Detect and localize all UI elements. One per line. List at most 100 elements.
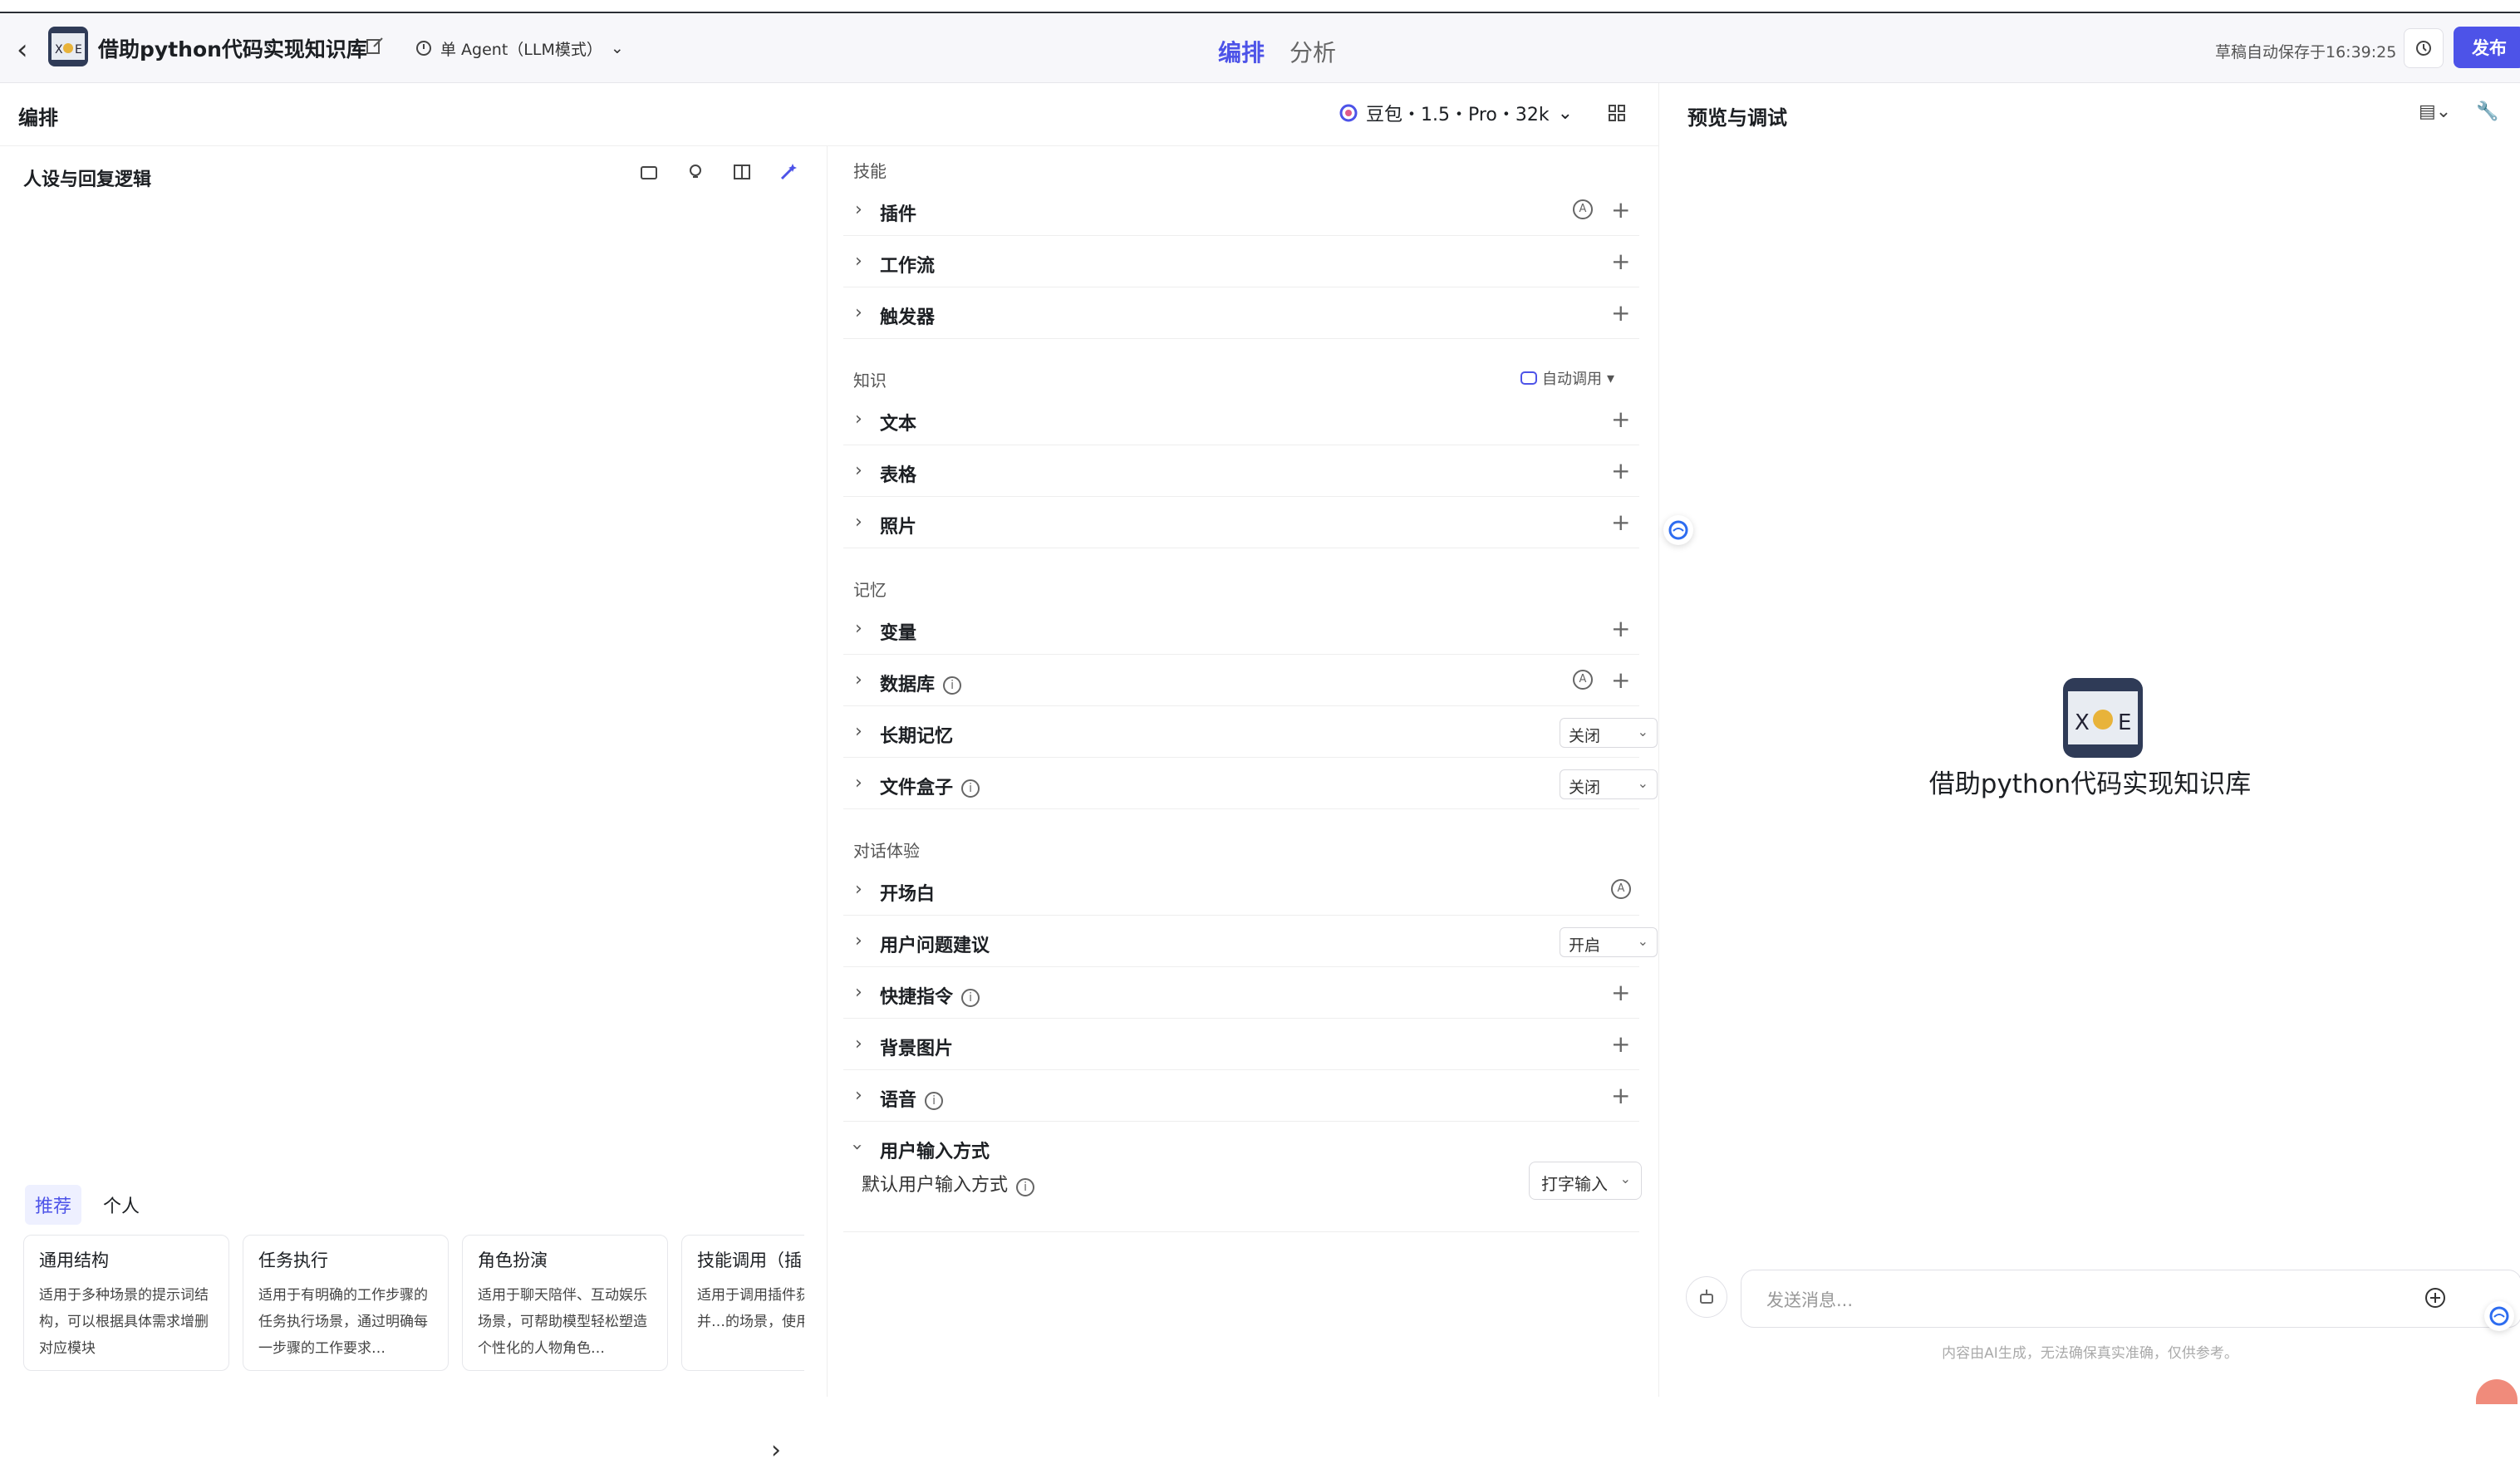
message-input[interactable]: 发送消息... — [1741, 1270, 2520, 1328]
wrench-icon[interactable]: 🔧 — [2476, 101, 2498, 122]
divider — [843, 1231, 1639, 1232]
row-label: 语音 i — [880, 1085, 944, 1112]
magic-optimize-icon[interactable] — [776, 160, 801, 184]
info-icon[interactable]: i — [925, 1092, 944, 1110]
row-voice[interactable]: › 语音 i + — [843, 1072, 1639, 1122]
publish-button[interactable]: 发布 — [2454, 27, 2520, 68]
bot-avatar: X E — [2063, 678, 2143, 758]
tab-personal[interactable]: 个人 — [93, 1185, 150, 1225]
chevron-down-icon: ⌄ — [610, 39, 624, 57]
row-label-text: 快捷指令 — [880, 987, 954, 1008]
history-icon — [2416, 41, 2431, 56]
row-label: 表格 — [880, 465, 917, 486]
add-icon[interactable]: + — [1611, 248, 1630, 275]
template-card[interactable]: 角色扮演 适用于聊天陪伴、互动娱乐场景，可帮助模型轻松塑造个性化的人物角色… — [462, 1235, 668, 1371]
svg-text:E: E — [2118, 710, 2131, 735]
file-box-select[interactable]: 关闭 ⌄ — [1560, 769, 1658, 799]
row-input-method[interactable]: › 用户输入方式 — [843, 1123, 1639, 1173]
add-icon[interactable]: + — [1611, 979, 1630, 1006]
doubao-icon — [1339, 104, 1358, 122]
clear-chat-button[interactable] — [1686, 1276, 1727, 1318]
add-icon[interactable]: + — [1611, 457, 1630, 484]
row-label-text: 数据库 — [880, 675, 936, 695]
chevron-right-icon: › — [855, 773, 862, 793]
add-attachment-icon[interactable] — [2424, 1286, 2447, 1313]
row-shortcuts[interactable]: › 快捷指令 i + — [843, 969, 1639, 1019]
info-icon[interactable]: i — [943, 676, 962, 695]
add-icon[interactable]: + — [1611, 196, 1630, 224]
template-card[interactable]: 通用结构 适用于多种场景的提示词结构，可以根据具体需求增删对应模块 — [23, 1235, 229, 1371]
row-question-suggest[interactable]: › 用户问题建议 开启 ⌄ — [843, 917, 1658, 967]
row-plugins[interactable]: › 插件 A + — [843, 186, 1639, 236]
chevron-right-icon: › — [855, 512, 862, 533]
auto-badge-icon[interactable]: A — [1611, 879, 1631, 899]
template-cards: 通用结构 适用于多种场景的提示词结构，可以根据具体需求增删对应模块 任务执行 适… — [23, 1235, 804, 1376]
tab-recommend[interactable]: 推荐 — [25, 1185, 82, 1225]
suggest-select[interactable]: 开启 ⌄ — [1560, 927, 1658, 957]
row-file-box[interactable]: › 文件盒子 i 关闭 ⌄ — [843, 759, 1658, 809]
tab-analysis[interactable]: 分析 — [1289, 28, 1336, 75]
row-table[interactable]: › 表格 + — [843, 447, 1639, 497]
add-icon[interactable]: + — [1611, 1082, 1630, 1109]
preview-panel: 预览与调试 ▤⌄ 🔧 X E 借助python代码实现知识库 发送消息... 内… — [1658, 83, 2520, 1397]
long-memory-select[interactable]: 关闭 ⌄ — [1560, 718, 1658, 748]
row-background[interactable]: › 背景图片 + — [843, 1020, 1639, 1070]
add-icon[interactable]: + — [1611, 615, 1630, 642]
row-long-memory[interactable]: › 长期记忆 关闭 ⌄ — [843, 708, 1658, 758]
template-card[interactable]: 技能调用（插 适用于调用插件获取信息并…的场景，使用… — [681, 1235, 804, 1371]
add-icon[interactable]: + — [1611, 666, 1630, 694]
assistant-float-icon[interactable] — [1663, 515, 1693, 545]
auto-badge-icon[interactable]: A — [1573, 199, 1593, 219]
add-icon[interactable]: + — [1611, 1030, 1630, 1058]
agent-mode-label: 单 Agent（LLM模式） — [440, 40, 602, 59]
row-variables[interactable]: › 变量 + — [843, 605, 1639, 655]
library-icon[interactable] — [636, 160, 661, 184]
svg-text:E: E — [75, 43, 82, 56]
preview-toolbar: ▤⌄ 🔧 — [2419, 101, 2499, 122]
chevron-right-icon: › — [855, 982, 862, 1003]
chevron-down-icon: ⌄ — [1637, 933, 1648, 949]
preview-title: 预览与调试 — [1687, 106, 1787, 130]
back-arrow-icon[interactable]: ‹ — [17, 33, 42, 66]
row-workflow[interactable]: › 工作流 + — [843, 238, 1639, 287]
chevron-right-icon: › — [855, 618, 862, 639]
bulb-icon[interactable] — [683, 160, 708, 184]
tab-arrange[interactable]: 编排 — [1218, 28, 1265, 75]
row-photo[interactable]: › 照片 + — [843, 499, 1639, 548]
row-opening[interactable]: › 开场白 A — [843, 866, 1639, 916]
ai-disclaimer: 内容由AI生成，无法确保真实准确，仅供参考。 — [1942, 1345, 2238, 1362]
history-button[interactable] — [2404, 28, 2444, 68]
svg-text:X: X — [2075, 710, 2090, 735]
row-trigger[interactable]: › 触发器 + — [843, 289, 1639, 339]
model-select[interactable]: 豆包・1.5・Pro・32k ⌄ — [1339, 100, 1573, 126]
select-value: 打字输入 — [1541, 1174, 1608, 1194]
info-icon[interactable]: i — [1016, 1178, 1035, 1196]
chevron-right-icon: › — [855, 302, 862, 323]
chevron-down-icon: ⌄ — [1637, 724, 1648, 739]
chevron-down-icon: › — [846, 1143, 867, 1151]
row-label: 数据库 i — [880, 670, 962, 696]
input-mode-select[interactable]: 打字输入 ⌄ — [1529, 1162, 1642, 1200]
persona-panel: 人设与回复逻辑 推荐 个人 通用结构 适用于多种场景的提示词结构，可以根据具体需… — [0, 146, 828, 1465]
template-card[interactable]: 任务执行 适用于有明确的工作步骤的任务执行场景，通过明确每一步骤的工作要求… — [243, 1235, 449, 1371]
row-label: 插件 — [880, 204, 917, 225]
select-value: 开启 — [1569, 936, 1601, 955]
auto-call-select[interactable]: 自动调用 ▾ — [1520, 367, 1614, 389]
add-icon[interactable]: + — [1611, 405, 1630, 433]
agent-mode-select[interactable]: 单 Agent（LLM模式） ⌄ — [404, 30, 636, 66]
add-icon[interactable]: + — [1611, 508, 1630, 536]
auto-badge-icon[interactable]: A — [1573, 670, 1593, 690]
assistant-float-icon[interactable] — [2484, 1301, 2514, 1331]
layout-grid-icon[interactable] — [1607, 103, 1627, 126]
chevron-right-icon[interactable]: › — [771, 1436, 804, 1469]
arrange-title: 编排 — [18, 106, 58, 130]
add-icon[interactable]: + — [1611, 299, 1630, 327]
row-label-text: 文件盒子 — [880, 778, 954, 798]
info-icon[interactable]: i — [961, 779, 980, 798]
edit-icon[interactable] — [366, 37, 386, 56]
debug-menu-icon[interactable]: ▤⌄ — [2419, 101, 2451, 122]
info-icon[interactable]: i — [961, 989, 980, 1007]
row-database[interactable]: › 数据库 i A + — [843, 656, 1639, 706]
compare-icon[interactable] — [729, 160, 754, 184]
row-text[interactable]: › 文本 + — [843, 396, 1639, 445]
